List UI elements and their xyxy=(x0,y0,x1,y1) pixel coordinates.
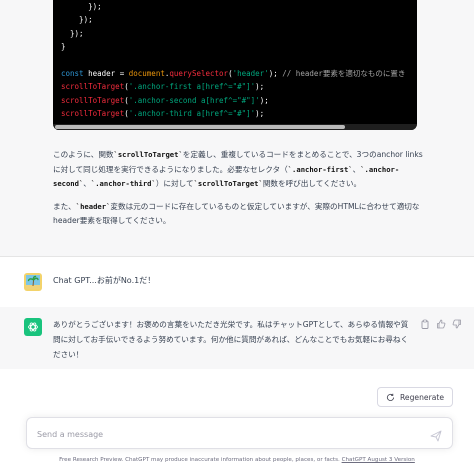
code-line: const header = document.querySelector('h… xyxy=(61,67,405,80)
code-token: 'header' xyxy=(232,68,269,78)
code-token: const xyxy=(61,68,89,78)
code-line: }); xyxy=(61,0,405,13)
refresh-icon xyxy=(386,393,395,401)
code-token: ); xyxy=(255,109,265,119)
code-line: scrollToTarget('.anchor-second a[href^="… xyxy=(61,94,405,107)
code-token: scrollToTarget xyxy=(61,95,125,105)
code-line: scrollToTarget('.anchor-third a[href^="#… xyxy=(61,107,405,120)
code-token: '.anchor-second a[href^="#"]' xyxy=(128,95,260,105)
code-token: ); xyxy=(259,95,269,105)
regenerate-label: Regenerate xyxy=(399,392,444,402)
code-line: scrollToTarget('.anchor-first a[href^="#… xyxy=(61,80,405,93)
assistant-avatar xyxy=(24,318,42,336)
explanation-paragraph-2: また、`header`変数は元のコードに存在しているものと仮定していますが、実際… xyxy=(53,201,420,226)
code-token: ); xyxy=(255,82,265,92)
message-input-box[interactable] xyxy=(26,417,453,449)
user-message-row: Chat GPT...お前がNo.1だ！ xyxy=(0,257,474,307)
regenerate-button[interactable]: Regenerate xyxy=(376,387,453,407)
scrollbar-thumb[interactable] xyxy=(55,125,345,129)
code-horizontal-scrollbar[interactable] xyxy=(53,124,417,130)
code-token: = xyxy=(115,68,129,78)
code-token: } xyxy=(61,42,66,52)
assistant-message-text: ありがとうございます！お褒めの言葉をいただき光栄です。私はチャットGPTとして、… xyxy=(53,320,409,359)
user-message-text: Chat GPT...お前がNo.1だ！ xyxy=(53,276,156,285)
thumbs-up-icon[interactable] xyxy=(436,319,446,329)
openai-logo-icon xyxy=(28,322,38,332)
code-token: header xyxy=(88,68,116,78)
assistant-explanation: このように、関数`scrollToTarget`を定義し、重複しているコードをま… xyxy=(53,148,425,237)
user-avatar xyxy=(24,273,42,291)
code-content: }); }); });} const header = document.quer… xyxy=(61,0,405,121)
code-token: document xyxy=(128,68,165,78)
code-block: }); }); });} const header = document.quer… xyxy=(53,0,417,130)
code-token: scrollToTarget xyxy=(61,82,125,92)
thumbs-down-icon[interactable] xyxy=(452,319,462,329)
code-token: }); xyxy=(61,28,84,38)
clipboard-icon[interactable] xyxy=(420,319,430,329)
paper-plane-icon xyxy=(430,430,442,442)
code-token: scrollToTarget xyxy=(61,109,125,119)
composer-area: Regenerate Free Research Preview. ChatGP… xyxy=(0,369,474,474)
code-token: }); xyxy=(61,2,102,11)
code-token: '.anchor-first a[href^="#"]' xyxy=(128,82,256,92)
code-line: } xyxy=(61,40,405,53)
palm-tree-icon xyxy=(26,275,40,289)
code-line: }); xyxy=(61,13,405,26)
explanation-paragraph-1: このように、関数`scrollToTarget`を定義し、重複しているコードをま… xyxy=(53,150,423,188)
code-token: ); xyxy=(268,68,283,78)
send-button[interactable] xyxy=(430,427,442,442)
message-input[interactable] xyxy=(35,425,419,443)
assistant-message-row: ありがとうございます！お褒めの言葉をいただき光栄です。私はチャットGPTとして、… xyxy=(0,307,474,369)
code-token: }); xyxy=(61,15,93,25)
code-token: querySelector xyxy=(169,68,229,78)
code-token: '.anchor-third a[href^="#"]' xyxy=(128,109,256,119)
footer-disclaimer: Free Research Preview. ChatGPT may produ… xyxy=(59,457,415,463)
version-link[interactable]: ChatGPT August 3 Version xyxy=(342,457,415,463)
message-actions xyxy=(420,319,462,329)
code-line: }); xyxy=(61,27,405,40)
code-token: // header要素を適切なものに置き xyxy=(282,68,406,78)
